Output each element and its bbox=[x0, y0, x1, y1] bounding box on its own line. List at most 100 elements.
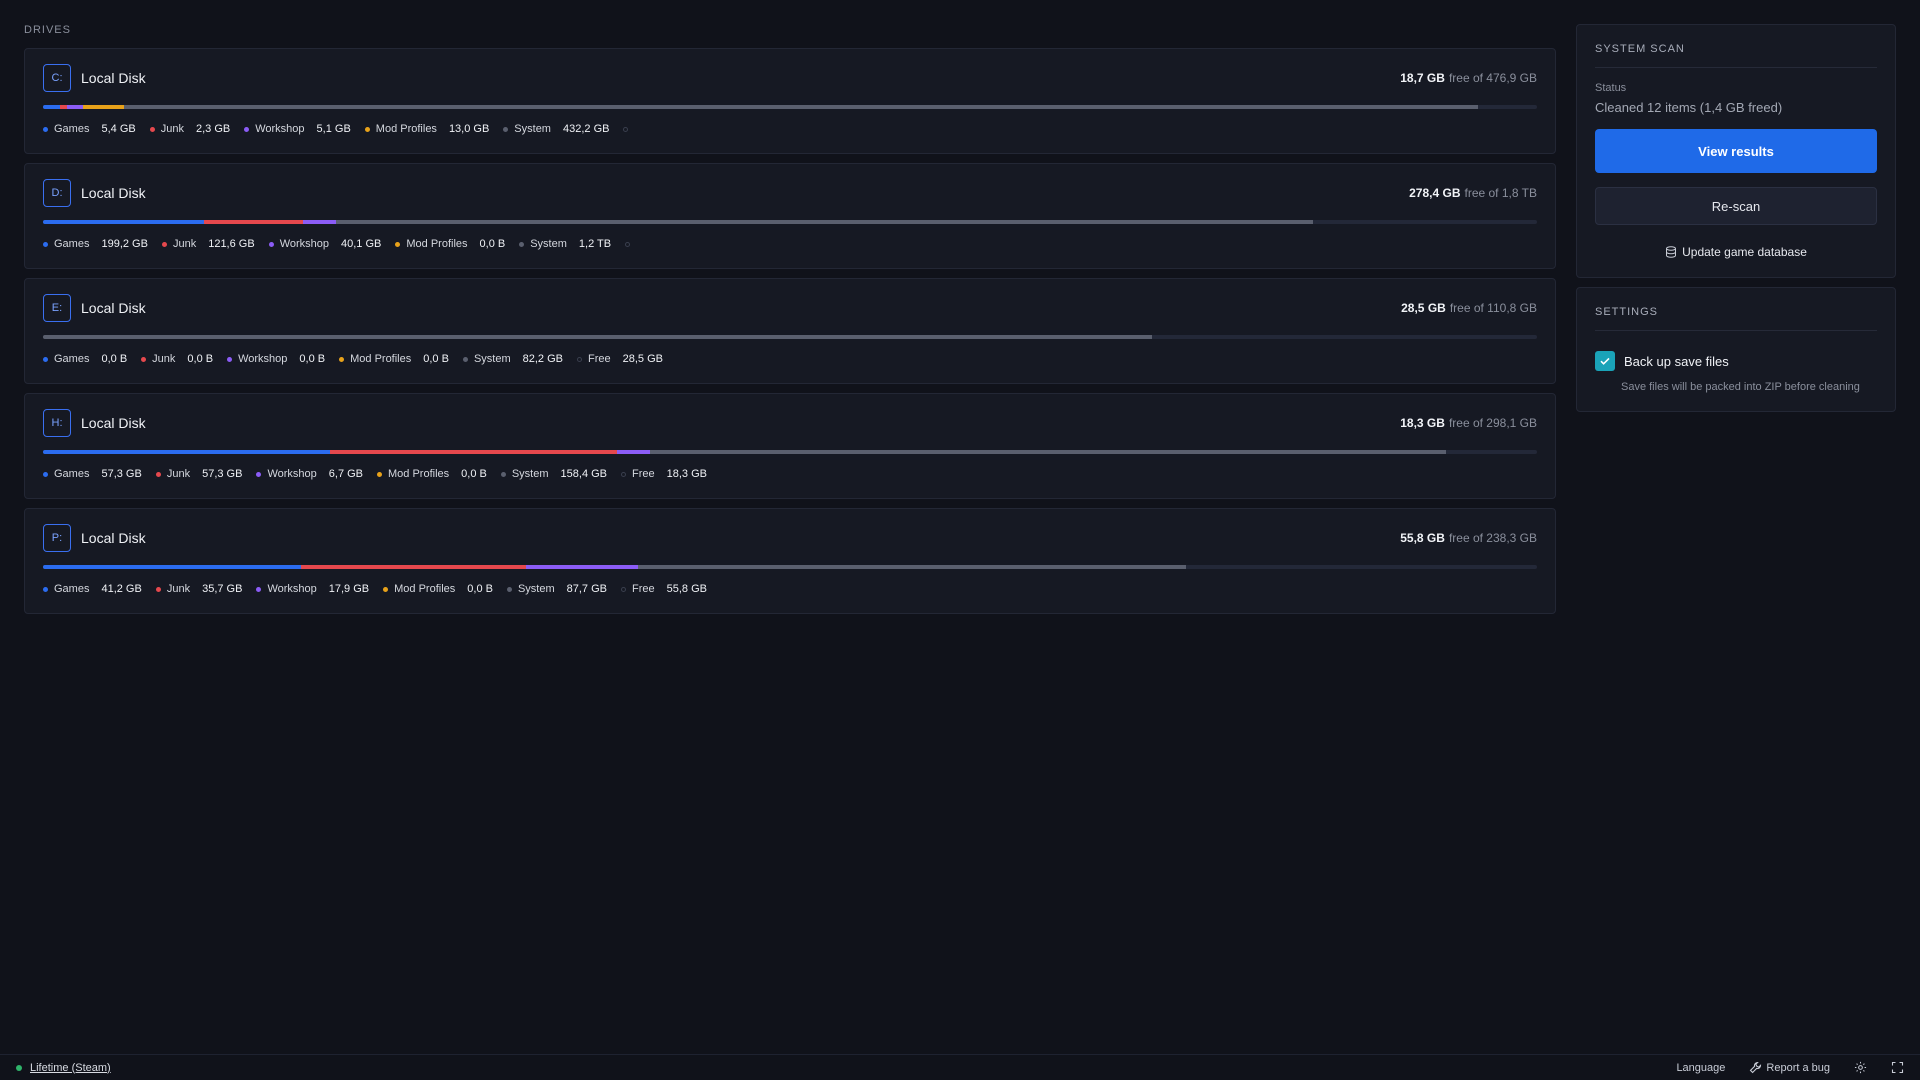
legend-free bbox=[625, 241, 636, 247]
bar-segment-junk bbox=[59, 105, 68, 109]
drive-list: C: Local Disk 18,7 GB free of 476,9 GB Ga… bbox=[24, 48, 1556, 614]
bar-segment-games bbox=[43, 220, 205, 224]
legend-dot-system bbox=[462, 356, 468, 362]
report-bug-button[interactable]: Report a bug bbox=[1749, 1061, 1830, 1074]
legend-dot-free bbox=[576, 356, 582, 362]
legend-mod-profiles: Mod Profiles 0,0 B bbox=[339, 353, 449, 365]
backup-checkbox[interactable] bbox=[1595, 351, 1615, 371]
legend-junk: Junk 0,0 B bbox=[141, 353, 213, 365]
legend-free: Free 28,5 GB bbox=[576, 353, 663, 365]
legend-value: 82,2 GB bbox=[522, 353, 563, 365]
legend-system: System 158,4 GB bbox=[500, 468, 608, 480]
check-icon bbox=[1600, 357, 1610, 365]
legend-value: 40,1 GB bbox=[341, 238, 382, 250]
settings-button[interactable] bbox=[1854, 1061, 1867, 1074]
legend-label: Junk bbox=[166, 583, 191, 595]
legend-mod-profiles: Mod Profiles 13,0 GB bbox=[364, 123, 490, 135]
legend-dot-free bbox=[621, 586, 626, 592]
drive-free-space: 28,5 GB free of 110,8 GB bbox=[1401, 301, 1537, 315]
drive-usage-bar bbox=[43, 105, 1537, 109]
legend-free bbox=[623, 126, 634, 132]
bar-segment-workshop bbox=[67, 105, 84, 109]
legend-label: Mod Profiles bbox=[394, 583, 456, 595]
drives-section: DRIVES C: Local Disk 18,7 GB free of 476,… bbox=[24, 24, 1556, 623]
bar-segment-junk bbox=[204, 220, 303, 224]
footer-actions: Language Report a bug bbox=[1652, 1061, 1904, 1074]
drive-free-space: 18,7 GB free of 476,9 GB bbox=[1400, 71, 1537, 85]
language-button[interactable]: Language bbox=[1676, 1062, 1725, 1074]
legend-value: 18,3 GB bbox=[666, 468, 707, 480]
legend-label: Workshop bbox=[267, 583, 317, 595]
legend-dot-workshop bbox=[256, 471, 262, 477]
legend-label: Workshop bbox=[238, 353, 288, 365]
legend-dot-games bbox=[43, 471, 48, 477]
legend-label: System bbox=[473, 353, 511, 365]
rescan-button[interactable]: Re-scan bbox=[1595, 187, 1877, 225]
legend-free: Free 55,8 GB bbox=[621, 583, 707, 595]
legend-dot-mod-profiles bbox=[377, 471, 383, 477]
drive-legend: Games 57,3 GB Junk 57,3 GB Workshop 6,7 GB … bbox=[43, 468, 1537, 480]
legend-value: 2,3 GB bbox=[195, 123, 231, 135]
legend-value: 6,7 GB bbox=[328, 468, 364, 480]
legend-label: Free bbox=[632, 468, 655, 480]
drive-card-d[interactable]: D: Local Disk 278,4 GB free of 1,8 TB Gam… bbox=[24, 163, 1556, 269]
legend-label: Mod Profiles bbox=[375, 123, 437, 135]
legend-dot-junk bbox=[155, 586, 161, 592]
language-label: Language bbox=[1676, 1061, 1726, 1074]
legend-dot-games bbox=[43, 356, 48, 362]
drive-card-e[interactable]: E: Local Disk 28,5 GB free of 110,8 GB Ga… bbox=[24, 278, 1556, 384]
legend-value: 1,2 TB bbox=[578, 238, 612, 250]
legend-value: 17,9 GB bbox=[328, 583, 370, 595]
legend-value: 0,0 B bbox=[467, 583, 493, 595]
legend-dot-junk bbox=[149, 126, 155, 132]
legend-label: Mod Profiles bbox=[406, 238, 468, 250]
drive-free-value: 28,5 GB bbox=[1401, 301, 1446, 315]
legend-dot-workshop bbox=[256, 586, 262, 592]
legend-dot-system bbox=[500, 471, 506, 477]
gear-icon bbox=[1854, 1061, 1867, 1074]
connection-status-dot bbox=[16, 1064, 22, 1071]
drive-usage-bar bbox=[43, 565, 1537, 569]
report-bug-label: Report a bug bbox=[1766, 1061, 1830, 1074]
drives-heading: DRIVES bbox=[24, 24, 71, 36]
drive-free-of: free of 238,3 GB bbox=[1448, 531, 1537, 545]
drive-card-p[interactable]: P: Local Disk 55,8 GB free of 238,3 GB Ga… bbox=[24, 508, 1556, 614]
legend-dot-free bbox=[625, 241, 631, 247]
legend-label: Junk bbox=[160, 123, 184, 135]
drive-card-h[interactable]: H: Local Disk 18,3 GB free of 298,1 GB Ga… bbox=[24, 393, 1556, 499]
bar-segment-system bbox=[335, 220, 1313, 224]
legend-dot-system bbox=[506, 586, 512, 592]
legend-value: 158,4 GB bbox=[560, 468, 608, 480]
view-results-button[interactable]: View results bbox=[1595, 129, 1877, 173]
legend-label: Workshop bbox=[255, 123, 305, 135]
legend-workshop: Workshop 0,0 B bbox=[227, 353, 325, 365]
drive-name: Local Disk bbox=[81, 300, 146, 316]
drive-name: Local Disk bbox=[81, 530, 146, 546]
legend-value: 35,7 GB bbox=[202, 583, 243, 595]
legend-value: 0,0 B bbox=[461, 468, 487, 480]
account-link[interactable]: Lifetime (Steam) bbox=[30, 1062, 111, 1074]
legend-label: System bbox=[530, 238, 567, 250]
legend-label: Mod Profiles bbox=[388, 468, 450, 480]
legend-label: Games bbox=[54, 238, 90, 250]
legend-label: System bbox=[514, 123, 551, 135]
legend-label: Games bbox=[54, 123, 90, 135]
legend-value: 57,3 GB bbox=[101, 468, 142, 480]
legend-value: 13,0 GB bbox=[448, 123, 490, 135]
bar-segment-workshop bbox=[302, 220, 336, 224]
fullscreen-button[interactable] bbox=[1891, 1061, 1904, 1074]
bar-segment-junk bbox=[329, 450, 617, 454]
drive-card-c[interactable]: C: Local Disk 18,7 GB free of 476,9 GB Ga… bbox=[24, 48, 1556, 154]
legend-dot-junk bbox=[161, 241, 167, 247]
legend-dot-games bbox=[43, 241, 48, 247]
legend-workshop: Workshop 6,7 GB bbox=[256, 468, 363, 480]
legend-value: 0,0 B bbox=[479, 238, 506, 250]
bar-segment-workshop bbox=[616, 450, 650, 454]
backup-save-files-toggle[interactable]: Back up save files bbox=[1595, 351, 1877, 371]
legend-dot-system bbox=[503, 126, 509, 132]
system-scan-title: SYSTEM SCAN bbox=[1595, 43, 1877, 68]
legend-workshop: Workshop 17,9 GB bbox=[256, 583, 369, 595]
update-game-database-button[interactable]: Update game database bbox=[1595, 245, 1877, 259]
drive-free-value: 55,8 GB bbox=[1400, 531, 1445, 545]
legend-dot-system bbox=[519, 241, 525, 247]
